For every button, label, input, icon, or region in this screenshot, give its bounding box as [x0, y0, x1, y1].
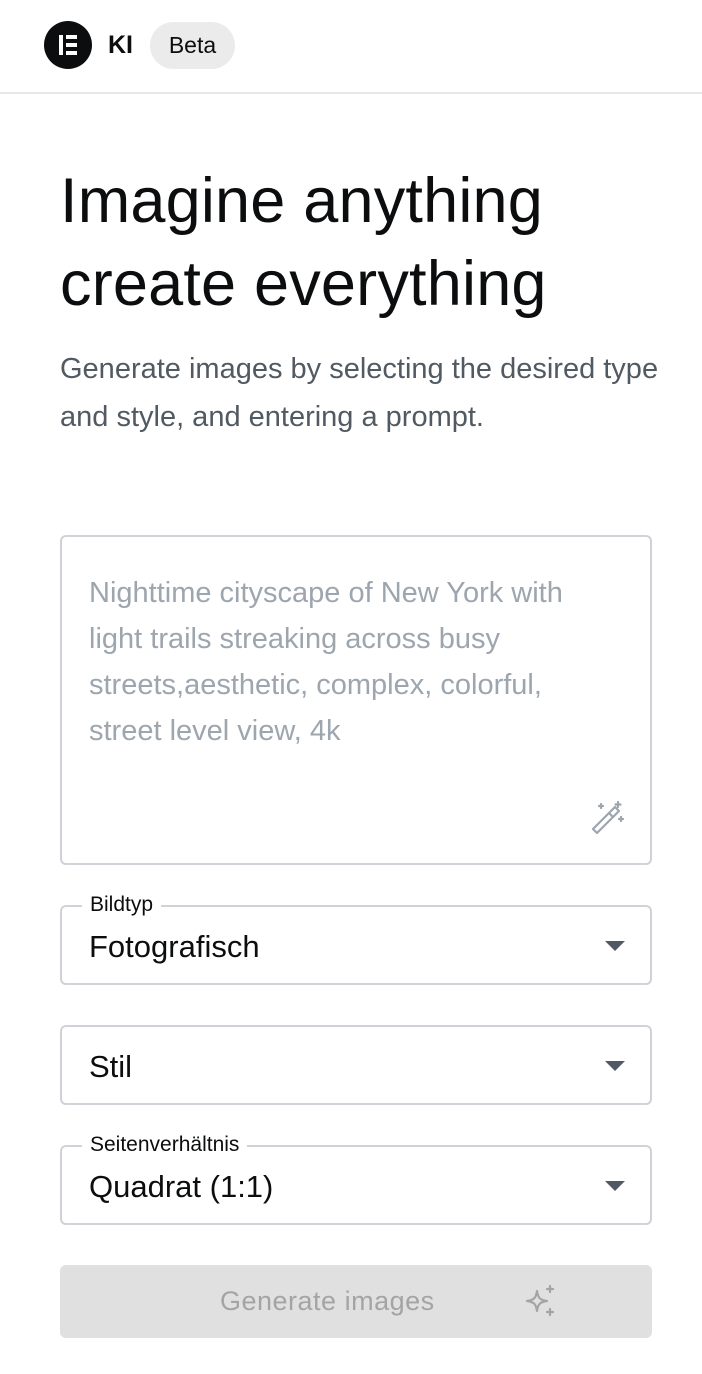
sparkle-icon: [523, 1283, 559, 1322]
generate-images-label: Generate images: [220, 1286, 435, 1316]
image-type-value: Fotografisch: [89, 929, 260, 964]
page-subtitle: Generate images by selecting the desired…: [60, 353, 659, 433]
generate-images-button[interactable]: Generate images: [60, 1265, 652, 1338]
app-name: KI: [108, 31, 133, 59]
magic-wand-icon[interactable]: [589, 799, 627, 837]
prompt-input[interactable]: [89, 570, 589, 770]
chevron-down-icon: [605, 1061, 625, 1071]
style-value: Stil: [89, 1049, 133, 1084]
chevron-down-icon: [605, 1181, 625, 1191]
top-bar: KI Beta: [0, 0, 702, 94]
prompt-field: [60, 535, 652, 865]
aspect-ratio-value: Quadrat (1:1): [89, 1169, 274, 1204]
aspect-ratio-select[interactable]: Seitenverhältnis Quadrat (1:1): [60, 1131, 652, 1225]
beta-badge: Beta: [150, 22, 235, 69]
page-title-line-1: Imagine anything: [60, 166, 544, 236]
style-select[interactable]: Stil: [60, 1025, 652, 1105]
chevron-down-icon: [605, 941, 625, 951]
page-title: Imagine anything create everything: [60, 160, 660, 326]
page-title-line-2: create everything: [60, 249, 547, 319]
aspect-ratio-label: Seitenverhältnis: [82, 1131, 248, 1159]
image-type-label: Bildtyp: [82, 891, 162, 919]
image-type-select[interactable]: Bildtyp Fotografisch: [60, 891, 652, 985]
elementor-logo-icon: [44, 21, 92, 69]
